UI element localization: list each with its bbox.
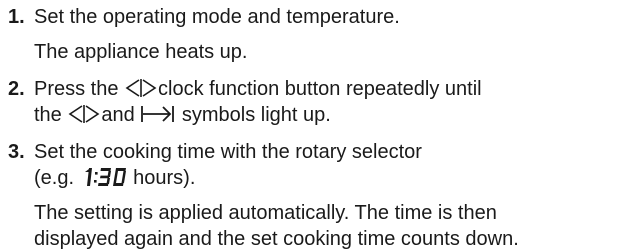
text-segment: and bbox=[101, 104, 141, 126]
step-instruction-line-1: Set the cooking time with the rotary sel… bbox=[34, 141, 422, 163]
step-3: 3. Set the cooking time with the rotary … bbox=[0, 139, 642, 252]
end-time-icon bbox=[140, 104, 176, 124]
step-instruction-line-1: Press the clock function button repeated… bbox=[34, 76, 642, 102]
step-instruction: Set the operating mode and temperature. bbox=[34, 6, 400, 28]
text-segment: (e.g. bbox=[34, 167, 80, 189]
step-result-line-2: displayed again and the set cooking time… bbox=[34, 228, 519, 250]
step-result-line-1: The setting is applied automatically. Th… bbox=[34, 202, 497, 224]
instruction-document: 1. Set the operating mode and temperatur… bbox=[0, 0, 642, 252]
text-segment: hours). bbox=[127, 167, 196, 189]
step-number: 1. bbox=[8, 6, 25, 28]
step-1: 1. Set the operating mode and temperatur… bbox=[0, 4, 642, 65]
step-result: The appliance heats up. bbox=[34, 41, 248, 63]
step-instruction-line-2: the and symbols light up. bbox=[34, 102, 642, 128]
text-segment: symbols light up. bbox=[176, 104, 331, 126]
seven-segment-time-graphic bbox=[84, 168, 126, 186]
clock-function-icon bbox=[124, 78, 158, 98]
clock-function-icon bbox=[67, 104, 101, 124]
segment-display-value bbox=[80, 167, 128, 187]
step-number: 3. bbox=[8, 141, 25, 163]
text-segment: Press the bbox=[34, 78, 125, 100]
text-segment: clock function button repeatedly until bbox=[158, 78, 482, 100]
text-segment: the bbox=[34, 104, 68, 126]
step-2: 2. Press the clock function button repea… bbox=[0, 76, 642, 128]
step-instruction-line-2: (e.g. hours). bbox=[34, 165, 642, 191]
step-number: 2. bbox=[8, 78, 25, 100]
